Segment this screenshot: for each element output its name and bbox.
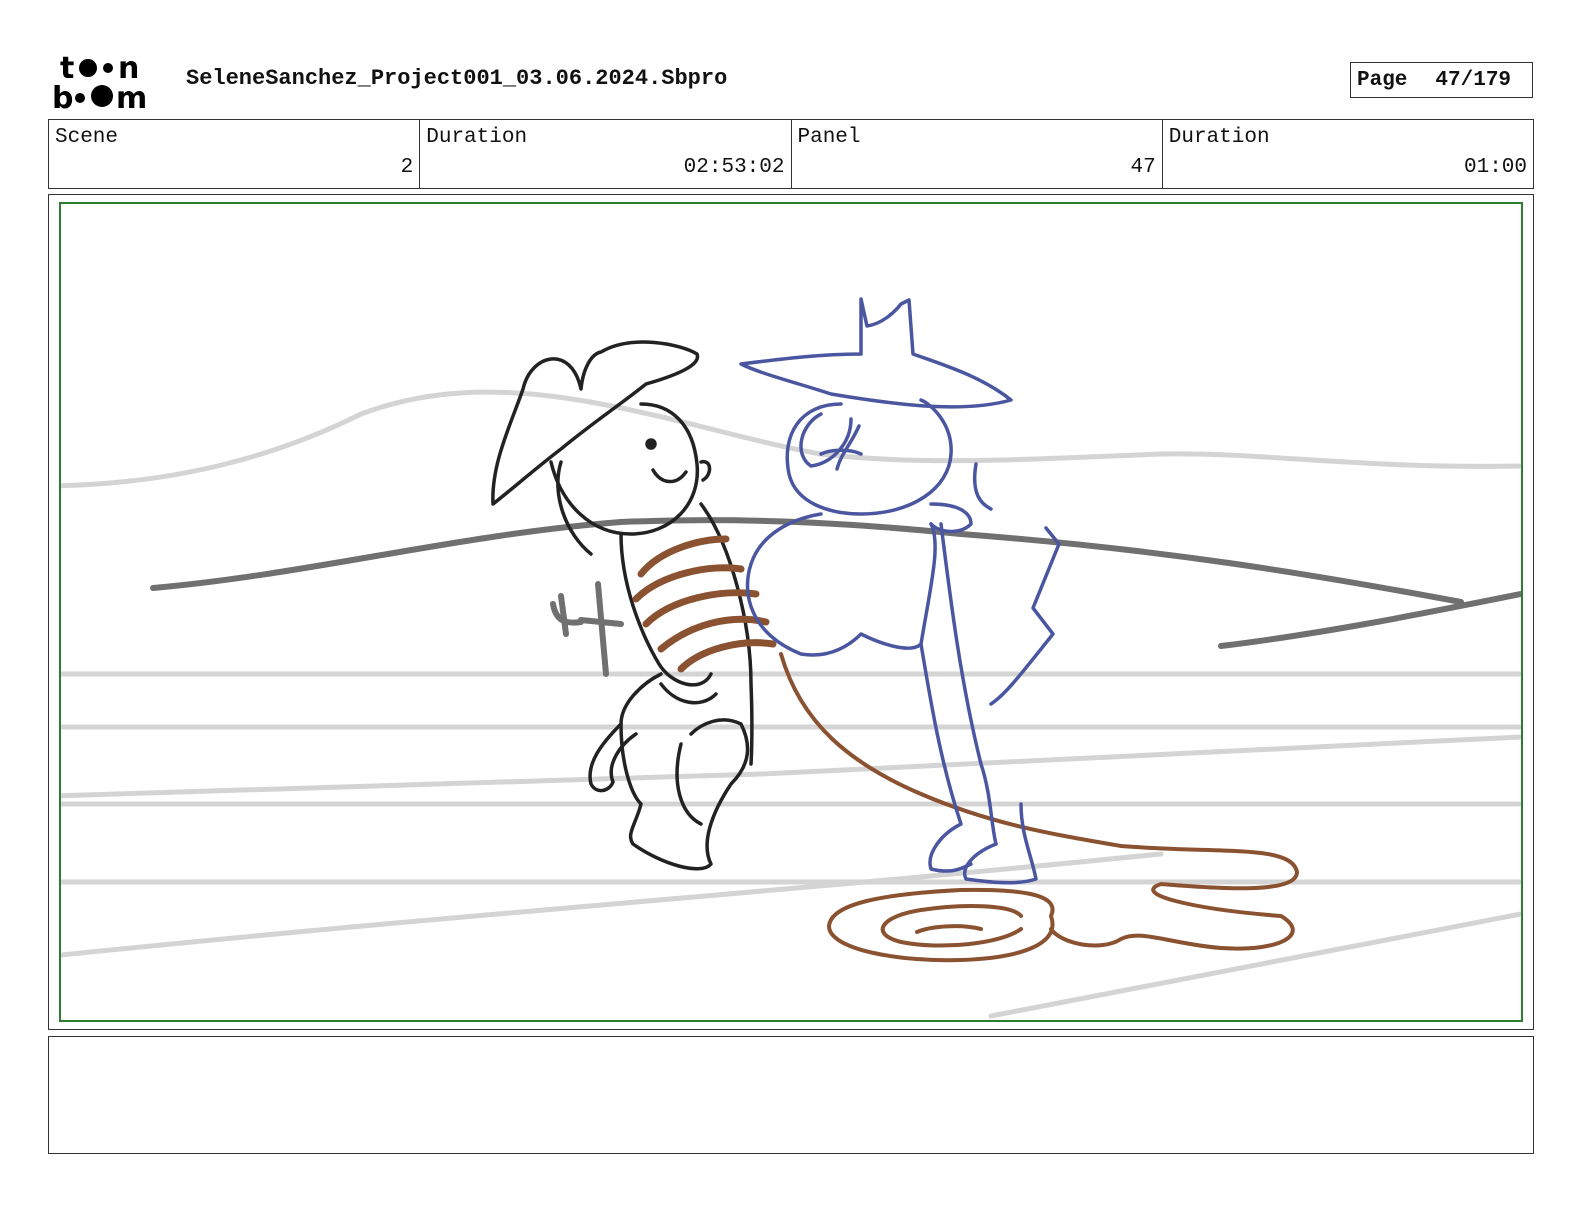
- background-light-lines: [61, 389, 1521, 1019]
- notes-area: [48, 1036, 1534, 1154]
- panel-duration-value: 01:00: [1463, 156, 1527, 179]
- storyboard-sketch: [61, 297, 1521, 1019]
- panel-cell: Panel 47: [792, 120, 1163, 188]
- scene-label: Scene: [55, 126, 119, 149]
- page-label: Page: [1357, 68, 1408, 92]
- scene-duration-label: Duration: [426, 126, 528, 149]
- scene-value: 2: [400, 156, 414, 179]
- panel-label: Panel: [797, 126, 861, 149]
- document-title: SeleneSanchez_Project001_03.06.2024.Sbpr…: [186, 66, 728, 91]
- svg-text:m: m: [116, 81, 147, 112]
- page-indicator: Page 47/179: [1350, 62, 1533, 98]
- page-number: 47/179: [1435, 68, 1512, 92]
- scene-cell: Scene 2: [49, 120, 421, 188]
- toonboom-logo: t n b m: [52, 51, 147, 112]
- svg-text:b: b: [52, 81, 73, 112]
- cowboy-character: [491, 340, 754, 871]
- cat-girl-character: [739, 297, 1061, 885]
- panel-duration-label: Duration: [1168, 126, 1270, 149]
- scene-duration-cell: Duration 02:53:02: [420, 120, 792, 188]
- panel-info-row: Scene 2 Duration 02:53:02 Panel 47 Durat…: [48, 119, 1534, 189]
- panel-value: 47: [1130, 156, 1156, 179]
- rope-coil: [779, 652, 1299, 963]
- scene-duration-value: 02:53:02: [683, 156, 785, 179]
- storyboard-panel: [59, 202, 1523, 1022]
- panel-duration-cell: Duration 01:00: [1163, 120, 1533, 188]
